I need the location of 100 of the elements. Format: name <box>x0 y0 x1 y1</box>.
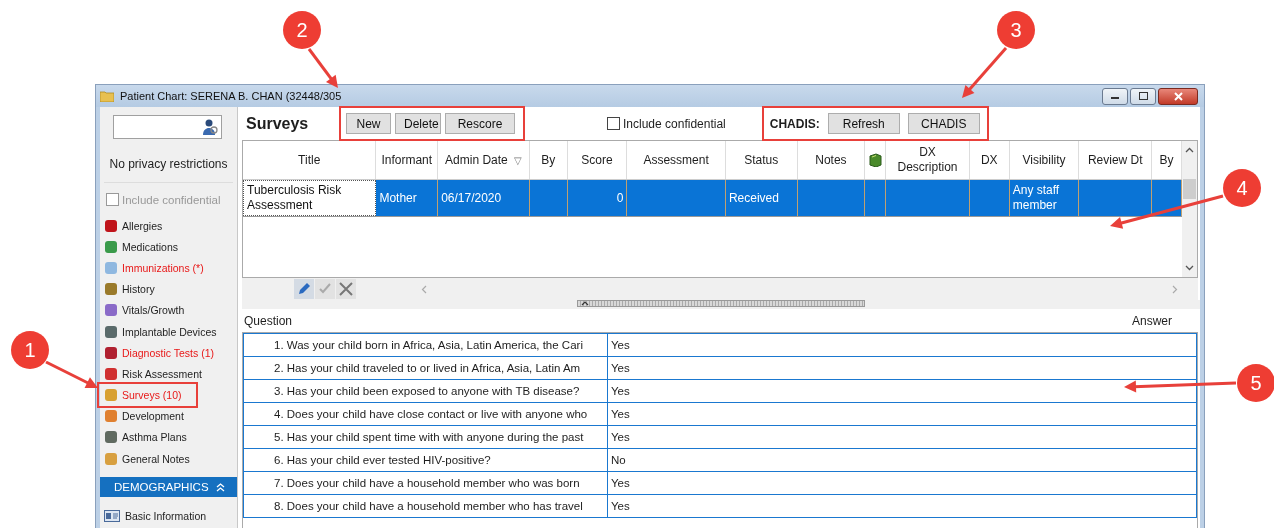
sidebar-icon <box>105 325 117 338</box>
sidebar-icon <box>105 410 117 423</box>
sidebar-item[interactable]: Immunizations (*) <box>122 261 204 274</box>
privacy-status: No privacy restrictions <box>104 139 233 183</box>
column-header[interactable]: Informant <box>381 152 433 168</box>
scroll-down-icon[interactable] <box>1185 265 1194 271</box>
sidebar-item[interactable]: Asthma Plans <box>122 431 187 444</box>
callout-number: 4 <box>1236 177 1248 199</box>
column-header[interactable]: Visibility <box>1022 152 1066 168</box>
callout-badge <box>283 11 321 49</box>
table-cell: Received <box>728 190 779 206</box>
callout-badge <box>1237 364 1274 402</box>
chadis-label: CHADIS: <box>769 116 820 131</box>
column-header[interactable]: By <box>541 152 556 168</box>
folder-icon <box>100 90 114 102</box>
column-header[interactable]: By <box>1159 152 1174 168</box>
book-icon <box>868 153 883 167</box>
column-header[interactable]: Assessment <box>643 152 709 168</box>
column-header: Question <box>244 314 293 328</box>
question-text: 1. Was your child born in Africa, Asia, Latin America, the Cari <box>274 339 583 351</box>
column-header[interactable]: Review Dt <box>1087 152 1143 168</box>
answer-text: Yes <box>611 385 630 397</box>
table-cell: 06/17/2020 <box>441 190 502 206</box>
callout-number: 3 <box>1010 19 1022 41</box>
sidebar-item[interactable]: Diagnostic Tests (1) <box>122 346 214 359</box>
callout-badge <box>997 11 1035 49</box>
checkbox-label: Include confidential <box>623 116 726 131</box>
checkbox[interactable] <box>607 117 620 130</box>
table-cell-text: Tuberculosis Risk Assessment <box>247 183 343 213</box>
maximize-icon <box>1138 92 1148 100</box>
column-header[interactable]: Status <box>744 152 779 168</box>
scroll-up-icon[interactable] <box>1185 147 1194 153</box>
callout-arrow <box>307 48 338 88</box>
sidebar-item[interactable]: Medications <box>122 240 179 253</box>
column-header[interactable]: DX <box>980 152 998 168</box>
check-icon[interactable] <box>315 279 335 299</box>
question-text: 6. Has your child ever tested HIV-positive? <box>274 454 491 466</box>
section-header[interactable]: DEMOGRAPHICS <box>100 477 237 498</box>
sidebar-item[interactable]: Implantable Devices <box>122 325 217 338</box>
close-button[interactable] <box>1158 87 1198 105</box>
sidebar-icon <box>105 304 117 317</box>
answer-text: Yes <box>611 500 630 512</box>
column-header[interactable]: Title <box>298 152 321 168</box>
callout-number: 5 <box>1250 372 1262 394</box>
sidebar-icon <box>105 219 117 232</box>
sidebar-icon <box>105 452 117 465</box>
toolbar-button[interactable]: Rescore <box>445 113 515 134</box>
callout-number: 1 <box>24 339 36 361</box>
checkbox-label: Include confidential <box>122 193 221 206</box>
toolbar-button[interactable]: Delete <box>395 113 441 134</box>
answer-text: Yes <box>611 477 630 489</box>
question-text: 2. Has your child traveled to or lived in Africa, Asia, Latin Am <box>274 362 581 374</box>
sidebar-icon <box>105 431 117 444</box>
question-text: 3. Has your child been exposed to anyone with TB disease? <box>274 385 580 397</box>
chadis-button[interactable]: Refresh <box>827 113 900 134</box>
column-header: Answer <box>1132 314 1172 328</box>
column-header[interactable]: Notes <box>815 152 847 168</box>
sidebar-item[interactable]: Basic Information <box>125 510 207 523</box>
sidebar-item[interactable]: General Notes <box>122 452 190 465</box>
minimize-button[interactable] <box>1102 87 1128 105</box>
toolbar-button[interactable]: New <box>346 113 391 134</box>
sidebar-item[interactable]: Risk Assessment <box>122 367 202 380</box>
maximize-button[interactable] <box>1130 87 1156 105</box>
table-row[interactable]: Tuberculosis Risk Assessment Mother 06/17/2020 0 Received Any staff member <box>243 180 1182 217</box>
answer-text: Yes <box>611 362 630 374</box>
sidebar-icon <box>105 367 117 380</box>
column-header[interactable]: Score <box>581 152 613 168</box>
scroll-thumb[interactable] <box>1183 179 1196 199</box>
scroll-right-icon[interactable] <box>1172 284 1178 294</box>
table-cell: Mother <box>379 190 417 206</box>
sidebar-item[interactable]: Allergies <box>122 219 163 232</box>
question-text: 8. Does your child have a household member who has travel <box>274 500 583 512</box>
sidebar-icon <box>105 389 117 402</box>
column-header[interactable]: Admin Date <box>445 152 508 168</box>
vertical-scrollbar[interactable] <box>1182 141 1197 277</box>
column-header[interactable]: DX Description <box>888 145 967 175</box>
chadis-button[interactable]: CHADIS <box>907 113 980 134</box>
table-cell-text: Any staff member <box>1012 183 1061 213</box>
sidebar-icon <box>105 283 117 296</box>
sidebar-item[interactable]: History <box>122 283 155 296</box>
answer-text: Yes <box>611 339 630 351</box>
callout-badge <box>1223 169 1261 207</box>
callout-arrow <box>45 360 98 388</box>
pencil-icon[interactable] <box>294 279 314 299</box>
callout-arrow <box>962 47 1008 98</box>
search-field[interactable] <box>113 115 222 139</box>
sidebar-item[interactable]: Development <box>122 410 184 423</box>
splitter-handle[interactable] <box>577 300 865 307</box>
sidebar-item[interactable]: Surveys (10) <box>122 389 182 402</box>
table-cell: 0 <box>616 190 624 206</box>
answer-text: No <box>611 454 626 466</box>
answer-text: Yes <box>611 431 630 443</box>
sort-indicator[interactable]: ▽ <box>513 152 522 168</box>
sidebar-icon <box>105 240 117 253</box>
scroll-left-icon[interactable] <box>421 284 427 294</box>
sidebar-item[interactable]: Vitals/Growth <box>122 304 185 317</box>
close-icon[interactable] <box>336 279 356 299</box>
answer-text: Yes <box>611 408 630 420</box>
person-search-icon[interactable] <box>201 118 219 136</box>
question-text: 5. Has your child spent time with with anyone during the past <box>274 431 584 443</box>
